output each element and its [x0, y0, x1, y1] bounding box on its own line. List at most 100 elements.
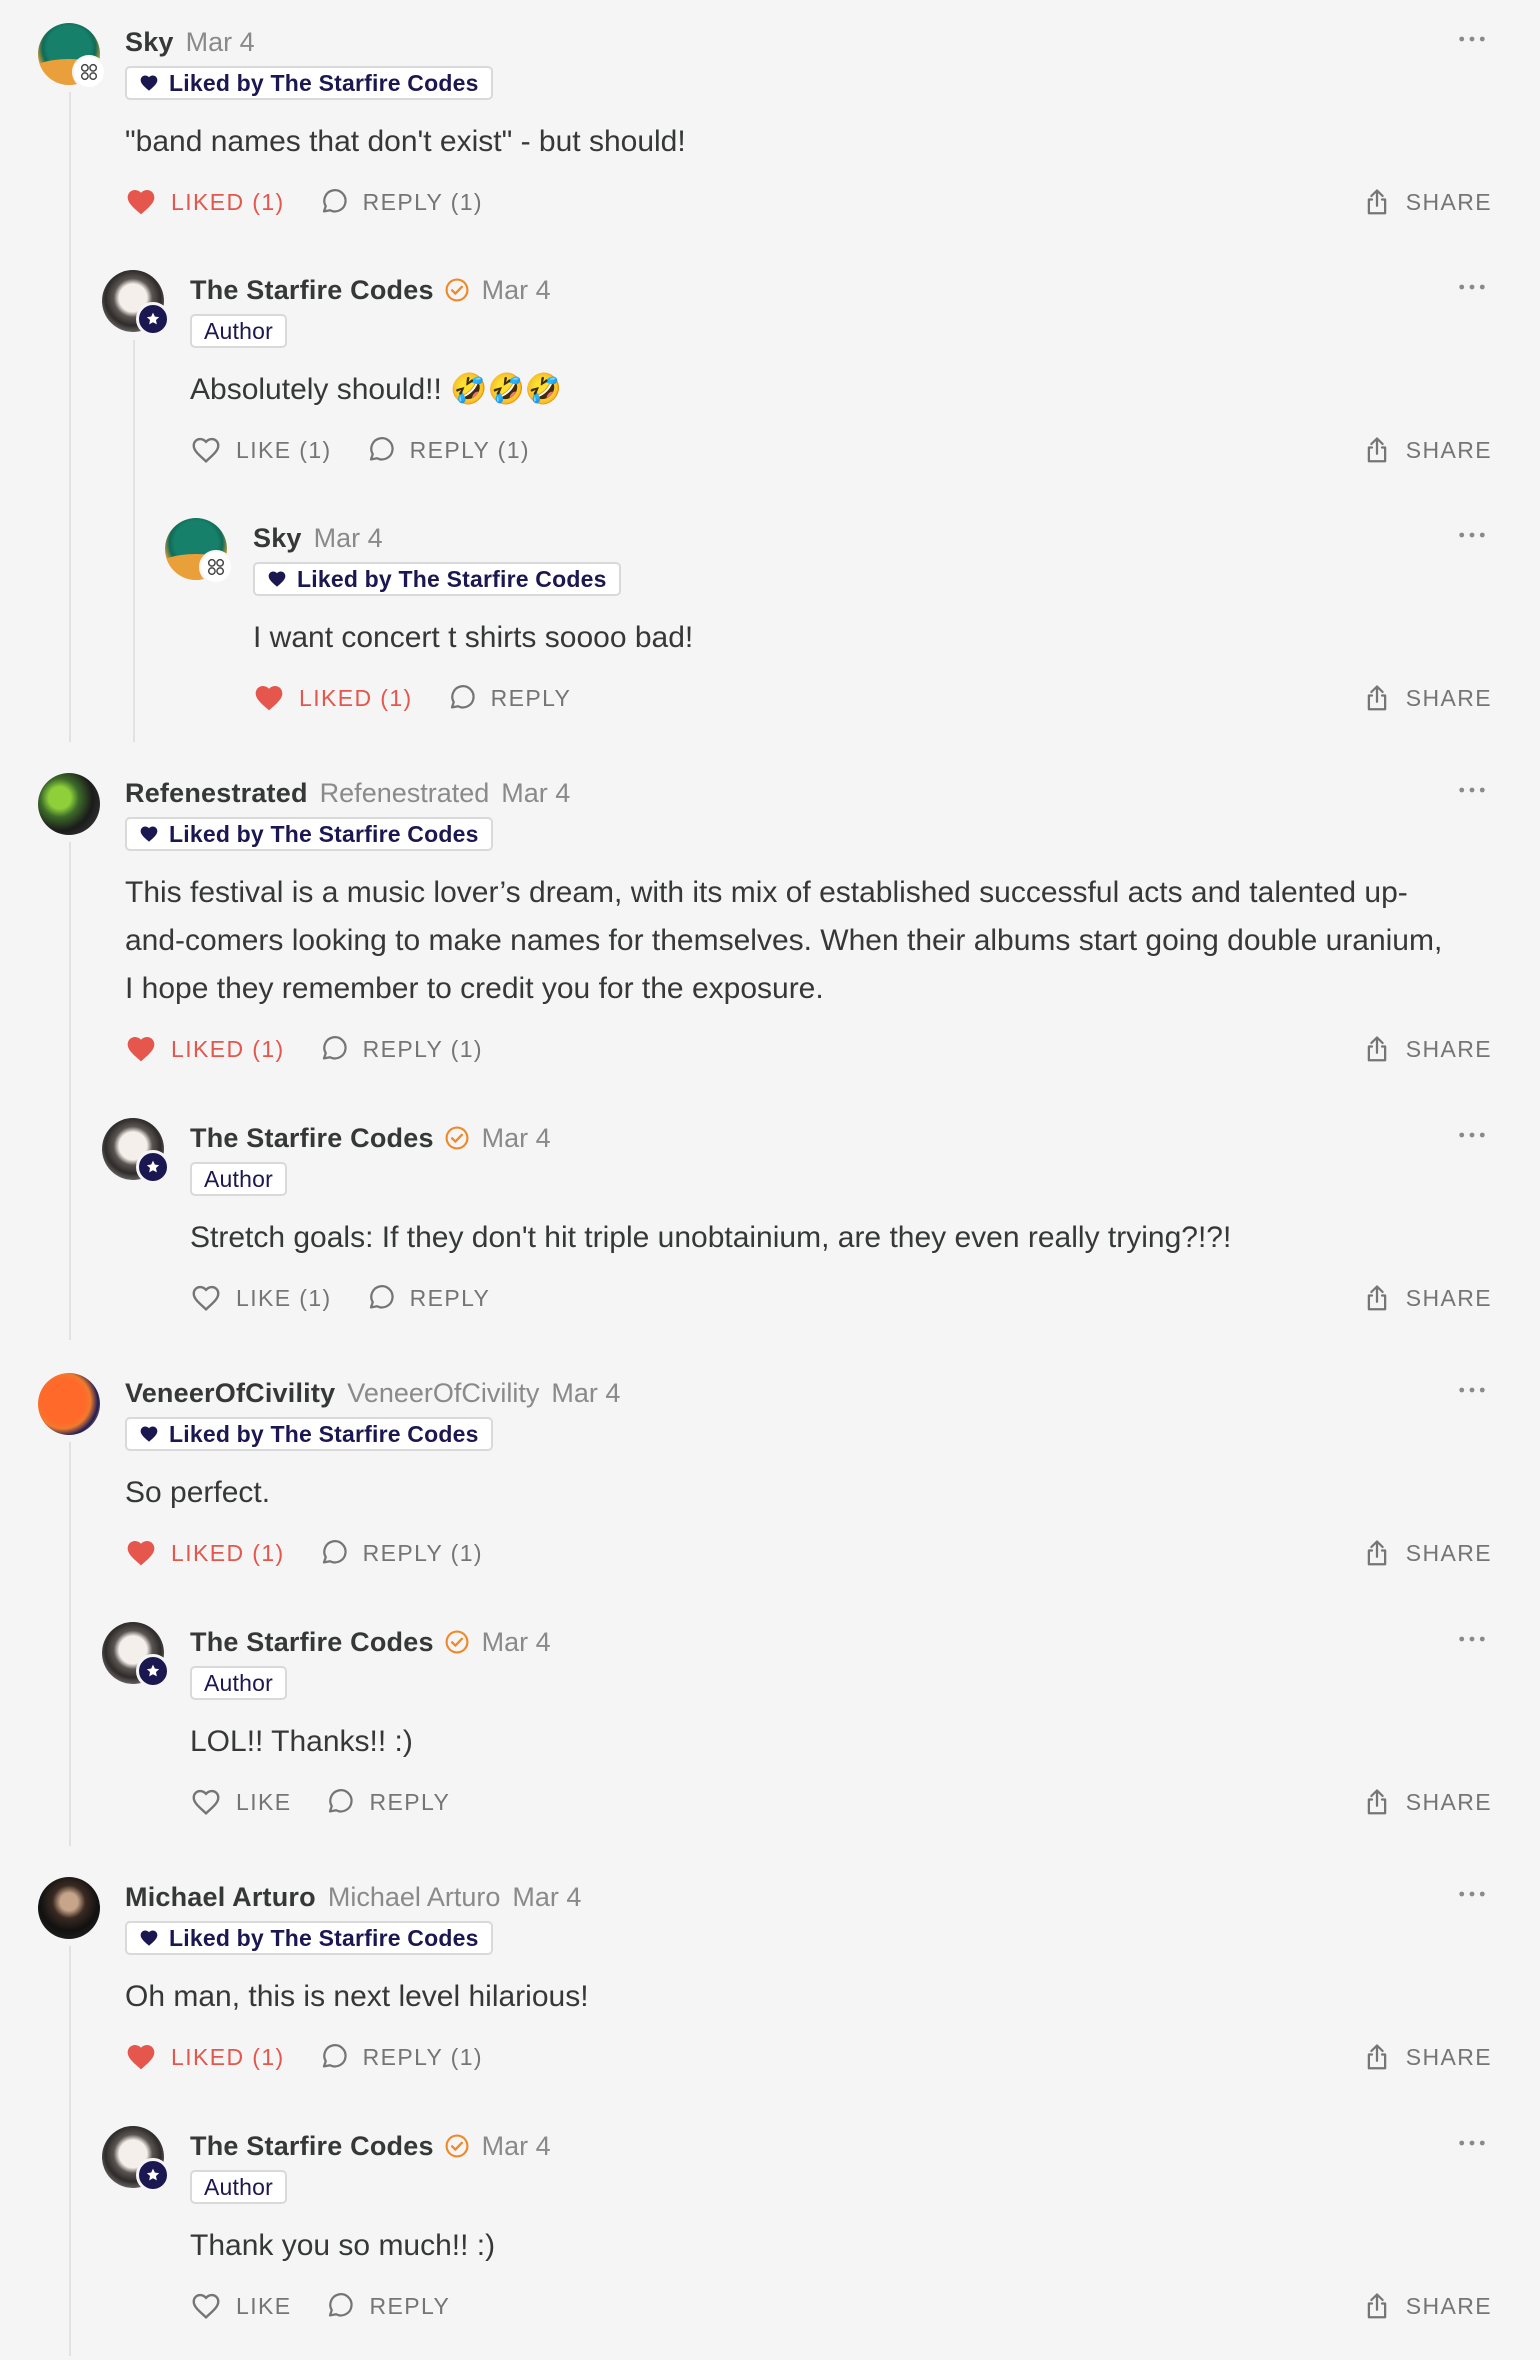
- star-icon: [136, 302, 170, 336]
- avatar[interactable]: [38, 773, 100, 835]
- thread-line: [133, 340, 135, 742]
- reply-button[interactable]: REPLY (1): [319, 1538, 483, 1568]
- reply-button[interactable]: REPLY (1): [319, 187, 483, 217]
- avatar[interactable]: [38, 1877, 100, 1939]
- author-badge: Author: [190, 2170, 287, 2204]
- avatar[interactable]: [102, 1118, 170, 1184]
- comment-date[interactable]: Mar 4: [186, 27, 255, 58]
- reply-button[interactable]: REPLY: [325, 2291, 450, 2321]
- more-options-icon[interactable]: [1452, 24, 1492, 54]
- more-options-icon[interactable]: [1452, 1624, 1492, 1654]
- grid-icon: [72, 55, 106, 89]
- comment: The Starfire Codes Mar 4 Author Absolute…: [190, 270, 1492, 470]
- comment-text: Oh man, this is next level hilarious!: [125, 1980, 589, 2013]
- like-button[interactable]: LIKE (1): [190, 434, 332, 466]
- comment: The Starfire Codes Mar 4 Author Thank yo…: [190, 2126, 1492, 2326]
- heart-icon: [139, 1424, 159, 1444]
- verified-icon: [444, 2133, 470, 2159]
- avatar[interactable]: [102, 1622, 170, 1688]
- more-options-icon[interactable]: [1452, 1120, 1492, 1150]
- reply-button[interactable]: REPLY: [366, 1283, 491, 1313]
- author-handle[interactable]: Refenestrated: [320, 778, 490, 809]
- comment-date[interactable]: Mar 4: [314, 523, 383, 554]
- share-button[interactable]: SHARE: [1362, 2286, 1492, 2326]
- author-name[interactable]: Refenestrated: [125, 778, 308, 809]
- comment-date[interactable]: Mar 4: [482, 1123, 551, 1154]
- author-name[interactable]: The Starfire Codes: [190, 275, 434, 306]
- share-button[interactable]: SHARE: [1362, 182, 1492, 222]
- avatar[interactable]: [165, 518, 233, 584]
- comment-date[interactable]: Mar 4: [482, 2131, 551, 2162]
- comment-text: So perfect.: [125, 1476, 271, 1509]
- more-options-icon[interactable]: [1452, 1879, 1492, 1909]
- like-button[interactable]: LIKE: [190, 2290, 291, 2322]
- author-handle[interactable]: Michael Arturo: [328, 1882, 501, 1913]
- more-options-icon[interactable]: [1452, 2128, 1492, 2158]
- verified-icon: [444, 1629, 470, 1655]
- author-name[interactable]: The Starfire Codes: [190, 1123, 434, 1154]
- like-button[interactable]: LIKE (1): [190, 1282, 332, 1314]
- avatar[interactable]: [38, 1373, 100, 1435]
- more-options-icon[interactable]: [1452, 775, 1492, 805]
- author-handle[interactable]: VeneerOfCivility: [347, 1378, 539, 1409]
- star-icon: [136, 1150, 170, 1184]
- share-button[interactable]: SHARE: [1362, 678, 1492, 718]
- reply-button[interactable]: REPLY (1): [319, 2042, 483, 2072]
- comment: The Starfire Codes Mar 4 Author Stretch …: [190, 1118, 1492, 1318]
- comment-text-line: I hope they remember to credit you for t…: [125, 972, 824, 1005]
- comment-text-line: and-comers looking to make names for the…: [125, 924, 1443, 957]
- share-button[interactable]: SHARE: [1362, 1533, 1492, 1573]
- liked-by-badge: Liked by The Starfire Codes: [125, 66, 493, 100]
- reply-button[interactable]: REPLY: [447, 683, 572, 713]
- author-name[interactable]: Sky: [125, 27, 174, 58]
- reply-button[interactable]: REPLY (1): [319, 1034, 483, 1064]
- author-badge: Author: [190, 314, 287, 348]
- more-options-icon[interactable]: [1452, 272, 1492, 302]
- heart-icon: [139, 1928, 159, 1948]
- comment-text: Thank you so much!! :): [190, 2229, 496, 2262]
- star-icon: [136, 2158, 170, 2192]
- share-button[interactable]: SHARE: [1362, 1278, 1492, 1318]
- like-button[interactable]: LIKED (1): [125, 186, 285, 218]
- comment-text: "band names that don't exist" - but shou…: [125, 125, 686, 158]
- comment-text: Absolutely should!! 🤣🤣🤣: [190, 373, 563, 406]
- comment-text-line: This festival is a music lover’s dream, …: [125, 876, 1408, 909]
- like-button[interactable]: LIKED (1): [125, 1537, 285, 1569]
- share-button[interactable]: SHARE: [1362, 1782, 1492, 1822]
- like-button[interactable]: LIKED (1): [253, 682, 413, 714]
- thread-line: [69, 842, 71, 1340]
- author-name[interactable]: VeneerOfCivility: [125, 1378, 335, 1409]
- comment-date[interactable]: Mar 4: [501, 778, 570, 809]
- star-icon: [136, 1654, 170, 1688]
- avatar[interactable]: [38, 23, 106, 89]
- comment-date[interactable]: Mar 4: [482, 1627, 551, 1658]
- author-name[interactable]: Michael Arturo: [125, 1882, 316, 1913]
- avatar[interactable]: [102, 270, 170, 336]
- like-button[interactable]: LIKED (1): [125, 2041, 285, 2073]
- avatar[interactable]: [102, 2126, 170, 2192]
- comment: Refenestrated Refenestrated Mar 4 Liked …: [125, 773, 1492, 1073]
- more-options-icon[interactable]: [1452, 520, 1492, 550]
- comment: Michael Arturo Michael Arturo Mar 4 Like…: [125, 1877, 1492, 2077]
- more-options-icon[interactable]: [1452, 1375, 1492, 1405]
- heart-icon: [267, 569, 287, 589]
- comment-date[interactable]: Mar 4: [551, 1378, 620, 1409]
- share-button[interactable]: SHARE: [1362, 2037, 1492, 2077]
- comment-date[interactable]: Mar 4: [482, 275, 551, 306]
- like-button[interactable]: LIKE: [190, 1786, 291, 1818]
- verified-icon: [444, 277, 470, 303]
- liked-by-badge: Liked by The Starfire Codes: [125, 1417, 493, 1451]
- share-button[interactable]: SHARE: [1362, 430, 1492, 470]
- thread-line: [69, 1442, 71, 1846]
- author-name[interactable]: The Starfire Codes: [190, 2131, 434, 2162]
- like-button[interactable]: LIKED (1): [125, 1033, 285, 1065]
- liked-by-badge: Liked by The Starfire Codes: [125, 817, 493, 851]
- reply-button[interactable]: REPLY: [325, 1787, 450, 1817]
- author-name[interactable]: Sky: [253, 523, 302, 554]
- comment-date[interactable]: Mar 4: [512, 1882, 581, 1913]
- reply-button[interactable]: REPLY (1): [366, 435, 530, 465]
- author-name[interactable]: The Starfire Codes: [190, 1627, 434, 1658]
- comment: Sky Mar 4 Liked by The Starfire Codes "b…: [125, 22, 1492, 222]
- grid-icon: [199, 550, 233, 584]
- share-button[interactable]: SHARE: [1362, 1029, 1492, 1069]
